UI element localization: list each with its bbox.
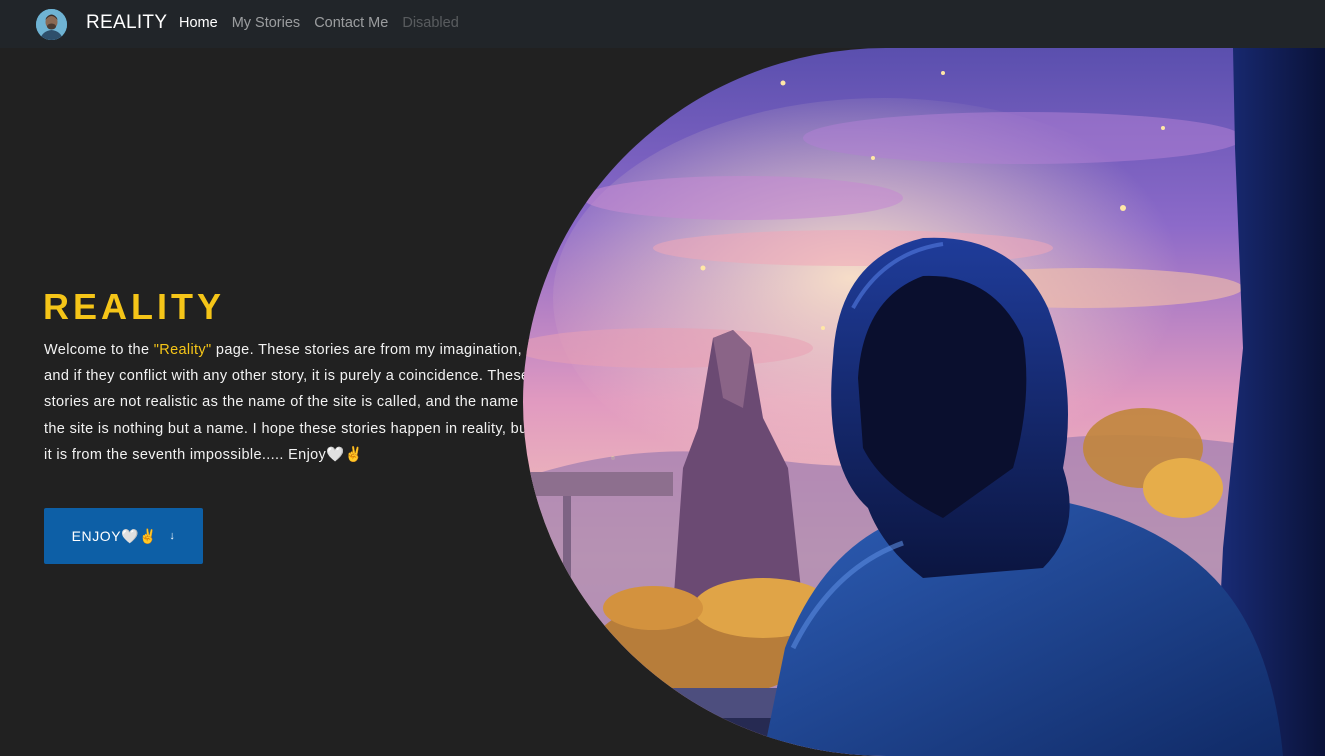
navbar: REALITY Home My Stories Contact Me Disab… [0,0,1325,48]
enjoy-button-label: ENJOY🤍✌️ [71,527,158,544]
nav-links: Home My Stories Contact Me Disabled [179,15,459,31]
hero-image [523,48,1325,756]
hero-description: Welcome to the "Reality" page. These sto… [44,337,536,468]
nav-link-disabled: Disabled [402,15,459,31]
nav-link-home[interactable]: Home [179,15,218,31]
hero-text-body: page. These stories are from my imaginat… [44,342,536,463]
avatar[interactable] [36,9,67,40]
enjoy-button[interactable]: ENJOY🤍✌️ ↓ [44,508,203,564]
nav-link-my-stories[interactable]: My Stories [232,15,301,31]
nav-link-contact-me[interactable]: Contact Me [314,15,388,31]
arrow-down-icon: ↓ [169,530,176,542]
hero-text-intro: Welcome to the [44,342,154,358]
hero-text-highlight: "Reality" [153,342,212,358]
brand-title[interactable]: REALITY [86,12,167,34]
hero-title: REALITY [43,286,226,327]
